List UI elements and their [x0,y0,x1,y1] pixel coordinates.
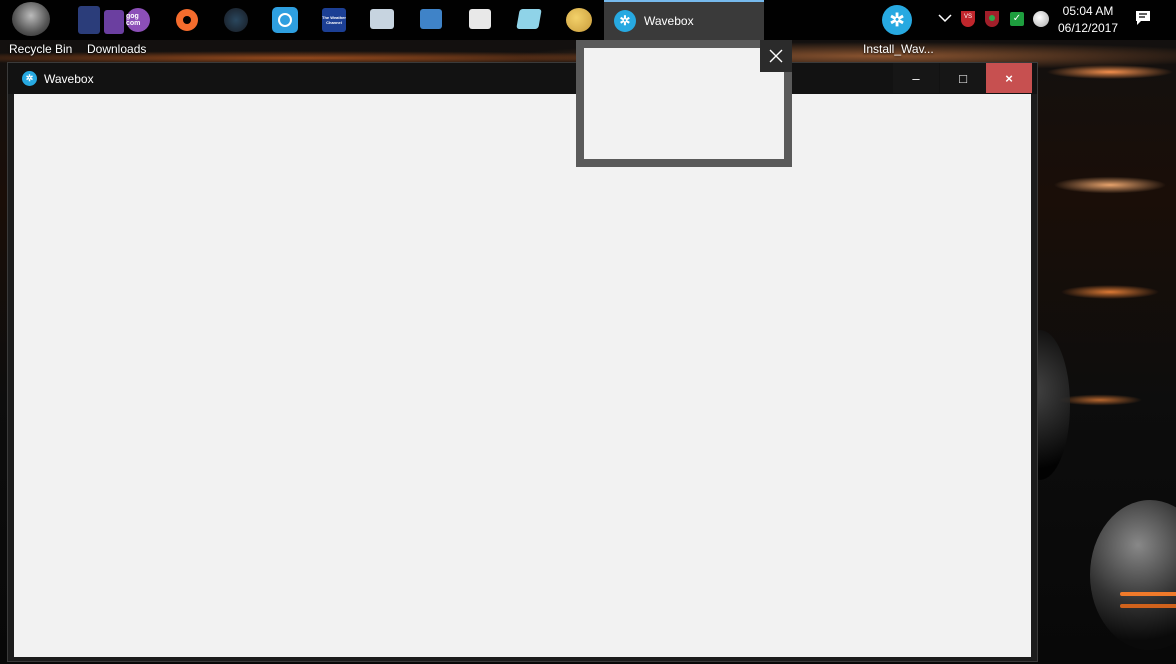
weather-channel-icon-label: The Weather Channel [322,15,346,25]
security-shield-dot [989,15,995,21]
close-icon [769,49,783,63]
wavebox-window: ✲ Wavebox – □ × [7,62,1038,662]
security-shield-icon[interactable] [985,11,999,27]
document-app-icon[interactable] [469,9,491,29]
checkbox-status-icon[interactable]: ✓ [1010,12,1024,26]
taskbar: gog com The Weather Channel ✲ Wavebox ✲ … [0,0,1176,40]
steam-icon[interactable] [224,8,248,32]
wavebox-icon: ✲ [22,71,37,86]
tray-overflow-chevron-icon[interactable] [938,12,952,26]
thumbnail-preview-content[interactable] [584,48,784,159]
desktop-icon-install-wavebox-label[interactable]: Install_Wav... [863,42,934,56]
wavebox-installer-icon: ✲ [882,5,912,35]
maximize-icon: □ [959,70,967,86]
clock-time: 05:04 AM [1062,4,1114,18]
gog-icon[interactable]: gog com [126,8,150,32]
gog-icon-label: gog com [126,13,141,27]
desktop-icon-downloads-label[interactable]: Downloads [87,42,146,56]
desktop-icon-recycle-bin-label[interactable]: Recycle Bin [9,42,72,56]
control-panel-icon[interactable] [420,9,442,29]
maximize-button[interactable]: □ [940,63,986,93]
downloads-folder-icon[interactable] [104,10,124,34]
window-content-area[interactable] [14,94,1031,657]
weather-tray-icon[interactable] [1033,11,1049,27]
wavebox-icon: ✲ [614,10,636,32]
downloads-icon[interactable] [78,6,100,34]
window-title: Wavebox [44,71,94,86]
install-wavebox-shortcut[interactable]: ✲ [882,5,912,35]
uplay-icon[interactable] [272,7,298,33]
clock-date: 06/12/2017 [1057,21,1119,35]
weather-channel-icon[interactable]: The Weather Channel [322,8,346,32]
close-icon: × [1005,70,1013,86]
close-button[interactable]: × [986,63,1032,93]
window-title-bar[interactable]: ✲ Wavebox [8,63,1037,94]
system-clock[interactable]: 05:04 AM 06/12/2017 [1052,3,1124,37]
origin-icon-core [183,16,191,24]
taskbar-task-wavebox[interactable]: ✲ Wavebox [604,0,764,40]
minimize-button[interactable]: – [893,63,939,93]
thumbnail-close-button[interactable] [760,40,792,72]
minimize-icon: – [912,70,920,86]
uplay-icon-ring [278,13,292,27]
taskbar-task-label: Wavebox [644,14,694,28]
taskbar-thumbnail-preview[interactable] [576,40,792,167]
action-center-icon[interactable] [1134,10,1152,26]
paint-app-icon[interactable] [566,8,592,32]
notes-app-icon[interactable] [516,9,542,29]
monitor-app-icon[interactable] [370,9,394,29]
antivirus-shield-icon[interactable]: VS [961,11,975,27]
origin-icon[interactable] [176,9,198,31]
recycle-bin-icon[interactable] [12,2,50,36]
